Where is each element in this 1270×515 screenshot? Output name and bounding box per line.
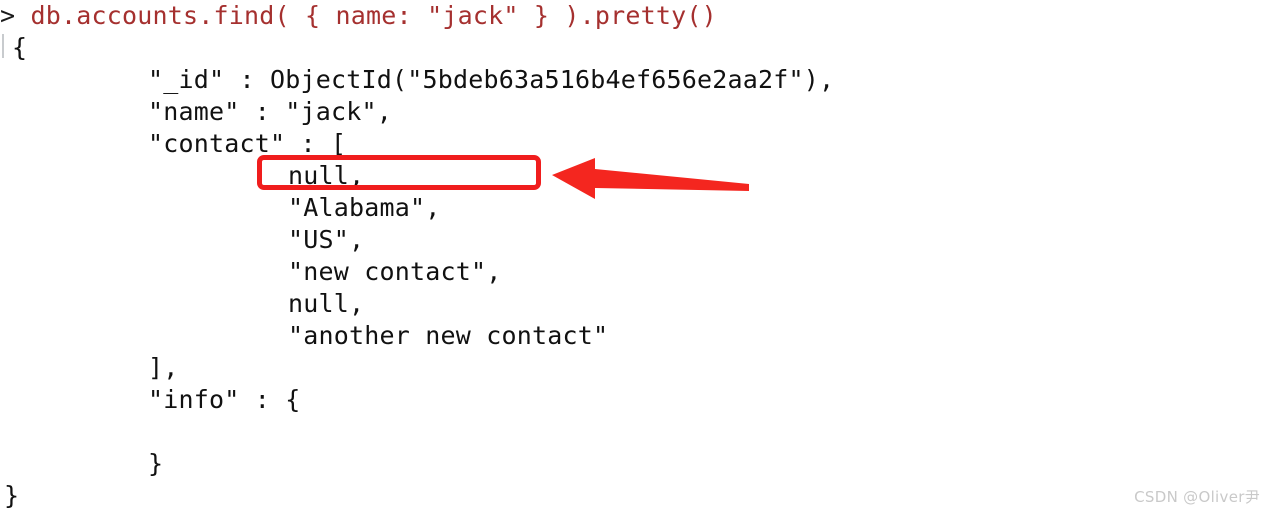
cursor-bar-icon xyxy=(2,34,4,58)
watermark-text: CSDN @Oliver尹 xyxy=(1134,488,1260,506)
terminal-command-line: > db.accounts.find( { name: "jack" } ).p… xyxy=(0,0,717,32)
output-line-contact-2: "US", xyxy=(288,225,365,254)
prompt-symbol: > xyxy=(0,1,16,30)
command-text: db.accounts.find( { name: "jack" } ).pre… xyxy=(30,1,717,30)
output-line-id: "_id" : ObjectId("5bdeb63a516b4ef656e2aa… xyxy=(148,65,835,94)
output-line-contact-4-null: null, xyxy=(288,289,365,318)
output-line-contact-5: "another new contact" xyxy=(288,321,609,350)
output-line-close-brace: } xyxy=(4,481,20,510)
highlight-box-annotation xyxy=(257,155,541,190)
screenshot-root: > db.accounts.find( { name: "jack" } ).p… xyxy=(0,0,1270,515)
terminal-output: > db.accounts.find( { name: "jack" } ).p… xyxy=(0,0,1270,515)
output-line-open-brace: { xyxy=(12,33,28,62)
output-line-contact-close: ], xyxy=(148,353,179,382)
output-line-contact-3: "new contact", xyxy=(288,257,502,286)
output-line-contact-1: "Alabama", xyxy=(288,193,441,222)
output-line-info-open: "info" : { xyxy=(148,385,301,414)
output-line-name: "name" : "jack", xyxy=(148,97,393,126)
output-line-info-close: } xyxy=(148,449,164,478)
